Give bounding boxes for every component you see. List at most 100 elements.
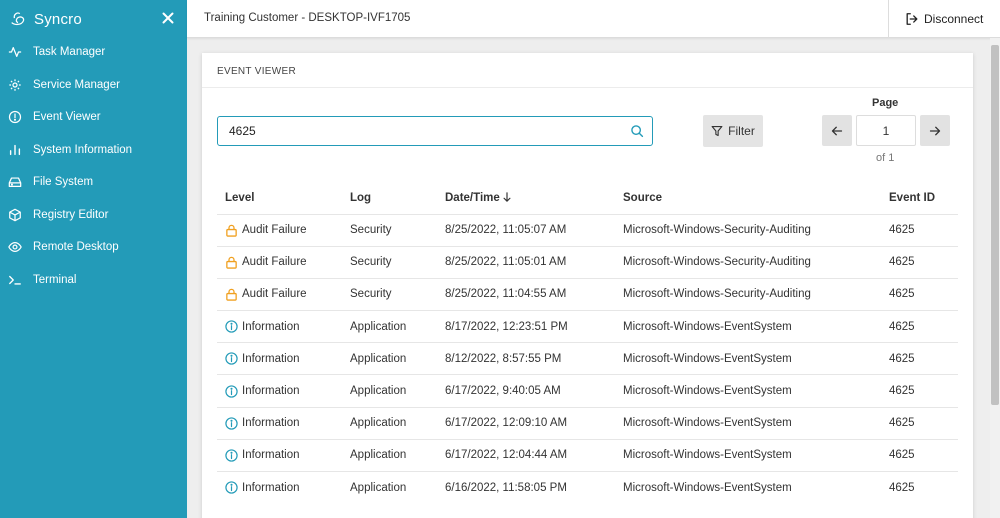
- level-text: Information: [242, 320, 300, 333]
- disconnect-button[interactable]: Disconnect: [888, 0, 1000, 38]
- cell-datetime: 8/25/2022, 11:04:55 AM: [437, 277, 615, 311]
- table-row[interactable]: Audit Failure Security 8/25/2022, 11:05:07…: [217, 213, 958, 247]
- cell-datetime: 8/25/2022, 11:05:07 AM: [437, 213, 615, 247]
- level-text: Information: [242, 417, 300, 430]
- sidebar-item-service-manager[interactable]: Service Manager: [0, 69, 187, 102]
- table-row[interactable]: Audit Failure Security 8/25/2022, 11:04:55…: [217, 277, 958, 311]
- cell-datetime: 6/16/2022, 11:58:05 PM: [437, 470, 615, 504]
- level-wrap: Information: [225, 417, 342, 430]
- events-table: Level Log Date/Time Source Event ID Audi…: [217, 182, 958, 504]
- sidebar-item-system-information[interactable]: System Information: [0, 134, 187, 167]
- cell-log: Application: [342, 438, 437, 472]
- log-out-icon: [906, 13, 918, 25]
- next-page-button[interactable]: [920, 115, 950, 146]
- table-row[interactable]: Information Application 6/17/2022, 12:04:4…: [217, 438, 958, 472]
- lock-icon: [226, 256, 237, 269]
- page-of-text: of 1: [876, 152, 895, 164]
- sidebar: Syncro Task Manager Service Manager Even…: [0, 0, 187, 518]
- cell-level: Information: [217, 342, 342, 375]
- search-icon[interactable]: [630, 124, 644, 138]
- table-row[interactable]: Information Application 6/16/2022, 11:58:0…: [217, 470, 958, 504]
- column-header-datetime[interactable]: Date/Time: [437, 182, 615, 214]
- cell-event-id: 4625: [881, 310, 958, 343]
- cube-icon: [9, 208, 21, 222]
- page-label: Page: [872, 97, 899, 109]
- cell-level: Audit Failure: [217, 277, 342, 311]
- level-wrap: Audit Failure: [225, 256, 342, 269]
- table-header-row: Level Log Date/Time Source Event ID: [217, 182, 958, 214]
- hard-drive-icon: [8, 177, 22, 188]
- device-title: Training Customer - DESKTOP-IVF1705: [204, 12, 411, 24]
- cell-log: Application: [342, 374, 437, 408]
- table-row[interactable]: Information Application 8/12/2022, 8:57:55…: [217, 342, 958, 375]
- level-wrap: Information: [225, 320, 342, 333]
- cell-log: Application: [342, 342, 437, 375]
- sidebar-item-file-system[interactable]: File System: [0, 166, 187, 199]
- arrow-right-icon: [929, 126, 941, 135]
- gear-icon: [9, 79, 21, 91]
- scrollbar-thumb[interactable]: [991, 45, 999, 405]
- table-row[interactable]: Audit Failure Security 8/25/2022, 11:05:01…: [217, 245, 958, 279]
- app-name: Syncro: [34, 10, 82, 28]
- column-header-event-id[interactable]: Event ID: [881, 182, 958, 214]
- sidebar-item-label: Registry Editor: [33, 208, 109, 221]
- cell-source: Microsoft-Windows-EventSystem: [615, 470, 881, 504]
- search-input[interactable]: [218, 117, 618, 145]
- cell-source: Microsoft-Windows-Security-Auditing: [615, 277, 881, 311]
- alert-circle-icon: [8, 111, 22, 124]
- cell-level: Information: [217, 310, 342, 343]
- column-header-level[interactable]: Level: [217, 182, 342, 214]
- filter-button[interactable]: Filter: [703, 115, 763, 147]
- arrow-left-icon: [831, 126, 843, 135]
- event-viewer-card: EVENT VIEWER Filter Page of 1 Level Log …: [202, 53, 973, 518]
- cell-level: Information: [217, 470, 342, 504]
- bar-chart-icon: [9, 144, 21, 155]
- column-header-log[interactable]: Log: [342, 182, 437, 214]
- cell-event-id: 4625: [881, 406, 958, 440]
- sidebar-item-terminal[interactable]: Terminal: [0, 264, 187, 297]
- sidebar-item-registry-editor[interactable]: Registry Editor: [0, 199, 187, 232]
- table-row[interactable]: Information Application 6/17/2022, 9:40:05…: [217, 374, 958, 408]
- cell-level: Information: [217, 438, 342, 472]
- level-text: Information: [242, 481, 300, 494]
- cell-event-id: 4625: [881, 213, 958, 247]
- lock-icon: [226, 224, 237, 237]
- cell-level: Audit Failure: [217, 245, 342, 279]
- cell-source: Microsoft-Windows-EventSystem: [615, 438, 881, 472]
- cell-datetime: 8/17/2022, 12:23:51 PM: [437, 310, 615, 343]
- cell-event-id: 4625: [881, 277, 958, 311]
- sidebar-item-remote-desktop[interactable]: Remote Desktop: [0, 231, 187, 264]
- sidebar-item-label: Service Manager: [33, 78, 120, 91]
- level-text: Audit Failure: [242, 256, 307, 269]
- cell-datetime: 6/17/2022, 9:40:05 AM: [437, 374, 615, 408]
- brand: Syncro: [0, 0, 187, 38]
- cell-log: Application: [342, 470, 437, 504]
- sidebar-item-event-viewer[interactable]: Event Viewer: [0, 101, 187, 134]
- page-number-input[interactable]: [856, 115, 916, 146]
- eye-icon: [8, 242, 22, 253]
- close-sidebar-icon[interactable]: [160, 10, 176, 26]
- cell-event-id: 4625: [881, 245, 958, 279]
- sidebar-item-label: Terminal: [33, 273, 77, 286]
- sidebar-item-task-manager[interactable]: Task Manager: [0, 36, 187, 69]
- filter-label: Filter: [728, 124, 755, 138]
- cell-log: Application: [342, 310, 437, 343]
- syncro-logo-icon: [11, 12, 25, 26]
- level-wrap: Audit Failure: [225, 224, 342, 237]
- level-wrap: Information: [225, 352, 342, 366]
- info-icon: [225, 481, 238, 495]
- level-text: Information: [242, 385, 300, 398]
- cell-level: Audit Failure: [217, 213, 342, 247]
- vertical-scrollbar[interactable]: [990, 38, 1000, 518]
- filter-icon: [711, 125, 723, 137]
- level-wrap: Information: [225, 384, 342, 398]
- cell-event-id: 4625: [881, 438, 958, 472]
- cell-source: Microsoft-Windows-EventSystem: [615, 406, 881, 440]
- topbar: Training Customer - DESKTOP-IVF1705 Disc…: [187, 0, 1000, 38]
- level-text: Information: [242, 352, 300, 365]
- cell-datetime: 8/12/2022, 8:57:55 PM: [437, 342, 615, 375]
- previous-page-button[interactable]: [822, 115, 852, 146]
- table-row[interactable]: Information Application 6/17/2022, 12:09:1…: [217, 406, 958, 440]
- table-row[interactable]: Information Application 8/17/2022, 12:23:5…: [217, 310, 958, 343]
- column-header-source[interactable]: Source: [615, 182, 881, 214]
